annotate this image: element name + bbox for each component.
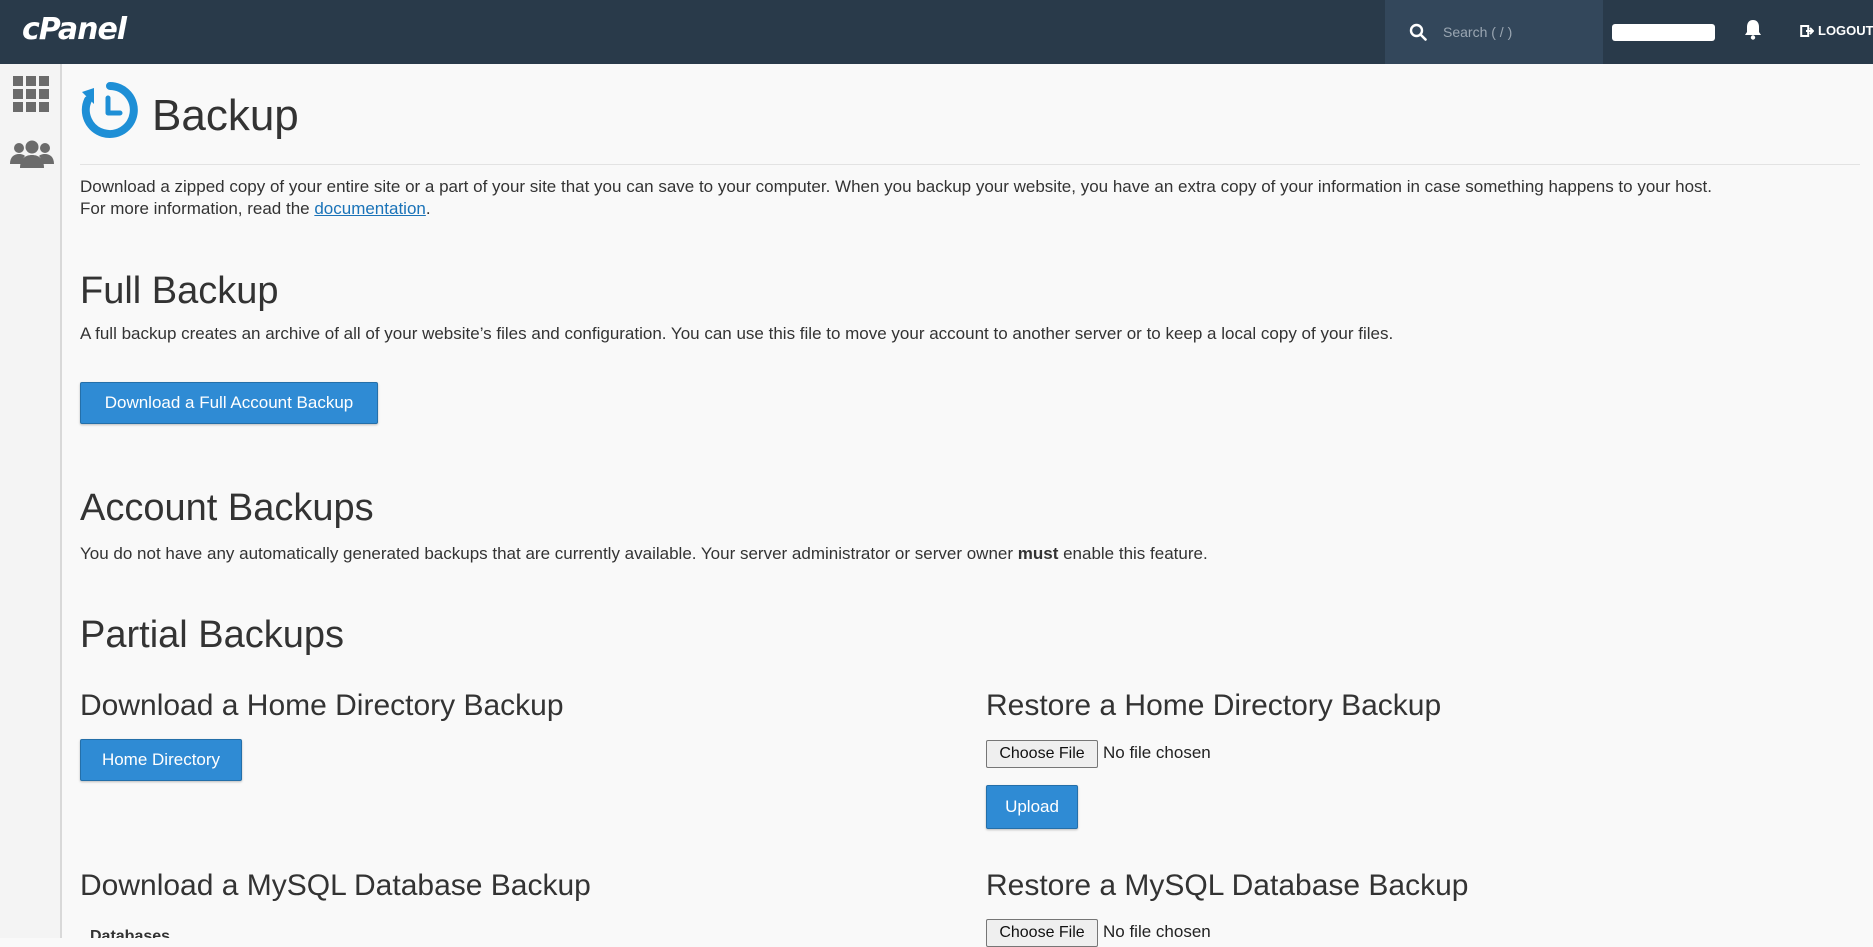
account-backups-description-bold: must — [1017, 544, 1059, 563]
notifications-bell[interactable] — [1743, 18, 1763, 45]
upload-home-button[interactable]: Upload — [986, 785, 1078, 829]
sidebar — [0, 64, 62, 938]
page-title: Backup — [152, 91, 299, 140]
full-backup-heading: Full Backup — [80, 270, 279, 312]
choose-file-button-mysql[interactable]: Choose File — [986, 919, 1098, 947]
intro-line-2-suffix: . — [425, 199, 431, 218]
account-backups-description-prefix: You do not have any automatically genera… — [80, 544, 1018, 563]
databases-label: Databases — [90, 928, 171, 938]
download-mysql-heading: Download a MySQL Database Backup — [80, 869, 591, 902]
cpanel-logo[interactable]: cPanel — [22, 12, 127, 47]
home-directory-button[interactable]: Home Directory — [80, 739, 242, 781]
partial-backups-heading: Partial Backups — [80, 614, 345, 656]
full-backup-description: A full backup creates an archive of all … — [80, 324, 1394, 343]
download-full-backup-button[interactable]: Download a Full Account Backup — [80, 382, 378, 424]
search-input[interactable] — [1441, 23, 1595, 41]
account-backups-description: You do not have any automatically genera… — [80, 543, 1860, 565]
intro-line-1: Download a zipped copy of your entire si… — [80, 177, 1712, 196]
backup-clock-icon — [81, 82, 138, 138]
account-backups-description-suffix: enable this feature. — [1058, 544, 1208, 563]
intro-line-2-prefix: For more information, read the — [80, 199, 315, 218]
search-box[interactable] — [1385, 0, 1603, 64]
file-status-mysql: No file chosen — [1103, 922, 1211, 941]
username-redacted[interactable] — [1612, 24, 1715, 41]
documentation-link[interactable]: documentation — [314, 199, 426, 218]
logout-icon — [1800, 24, 1814, 37]
sidebar-item-users[interactable] — [10, 140, 54, 173]
intro-text: Download a zipped copy of your entire si… — [80, 176, 1860, 220]
intro-line-2: For more information, read the documenta… — [80, 198, 1860, 220]
users-icon — [10, 140, 54, 168]
account-backups-heading: Account Backups — [80, 487, 374, 529]
restore-home-heading: Restore a Home Directory Backup — [986, 689, 1442, 722]
top-navbar: cPanel LOGOUT — [0, 0, 1873, 64]
download-home-heading: Download a Home Directory Backup — [80, 689, 564, 722]
file-status-home: No file chosen — [1103, 743, 1211, 762]
grid-icon — [13, 76, 49, 112]
search-icon — [1409, 23, 1427, 41]
logout-button[interactable]: LOGOUT — [1800, 23, 1873, 38]
bell-icon — [1745, 20, 1761, 40]
restore-mysql-heading: Restore a MySQL Database Backup — [986, 869, 1469, 902]
sidebar-item-tools[interactable] — [13, 76, 49, 117]
choose-file-button-home[interactable]: Choose File — [986, 740, 1098, 768]
page-header: Backup — [80, 76, 1860, 165]
logout-label: LOGOUT — [1818, 23, 1873, 38]
